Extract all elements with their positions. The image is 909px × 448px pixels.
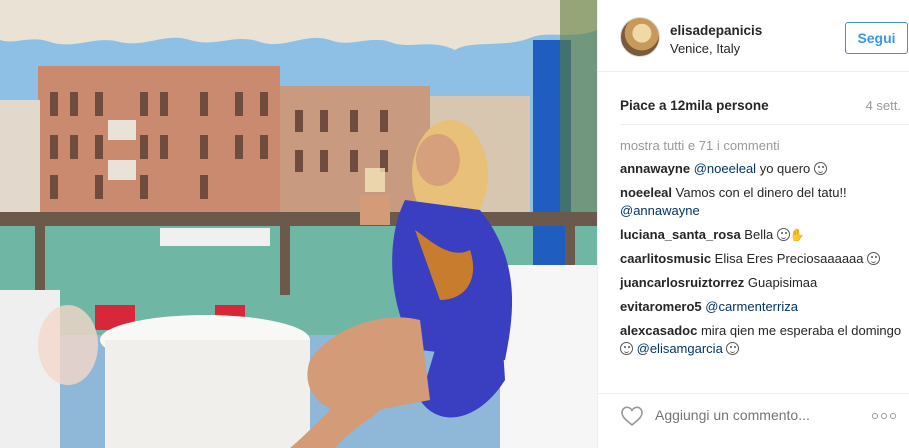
comment-item: annawayne @noeeleal yo quero — [620, 160, 902, 178]
comment-mention[interactable]: @noeeleal — [694, 161, 756, 176]
heart-icon[interactable] — [620, 405, 644, 427]
comment-mention[interactable]: @elisamgarcia — [637, 341, 723, 356]
comment-item: luciana_santa_rosa Bella ✋ — [620, 226, 902, 244]
post-footer — [598, 393, 909, 448]
comment-item: caarlitosmusic Elisa Eres Preciosaaaaaa — [620, 250, 902, 268]
follow-button[interactable]: Segui — [845, 22, 908, 54]
smiley-icon — [776, 228, 790, 241]
comment-text: mira qien me esperaba el domingo — [697, 323, 902, 338]
post-time[interactable]: 4 sett. — [866, 98, 901, 113]
smiley-icon — [813, 162, 827, 175]
comment-username[interactable]: juancarlosruiztorrez — [620, 275, 744, 290]
comment-username[interactable]: annawayne — [620, 161, 690, 176]
comments-list: mostra tutti e 71 i commenti annawayne @… — [620, 137, 902, 364]
add-comment-input[interactable] — [655, 407, 855, 423]
divider — [620, 124, 909, 125]
comment-text: Vamos con el dinero del tatu!! — [672, 185, 847, 200]
post-header: elisadepanicis Venice, Italy Segui — [598, 0, 909, 72]
photo-illustration — [0, 0, 597, 448]
comment-item: juancarlosruiztorrez Guapisimaa — [620, 274, 902, 292]
dot — [890, 413, 896, 419]
dot — [872, 413, 878, 419]
comment-item: noeeleal Vamos con el dinero del tatu!! … — [620, 184, 902, 220]
comment-text: Bella — [740, 227, 777, 242]
more-options-icon[interactable] — [872, 413, 896, 419]
comment-username[interactable]: caarlitosmusic — [620, 251, 711, 266]
show-all-comments-link[interactable]: mostra tutti e 71 i commenti — [620, 137, 902, 155]
comment-item: evitaromero5 @carmenterriza — [620, 298, 902, 316]
comment-text: Elisa Eres Preciosaaaaaa — [711, 251, 868, 266]
comment-text: Guapisimaa — [744, 275, 818, 290]
dot — [881, 413, 887, 419]
username-link[interactable]: elisadepanicis — [670, 23, 762, 38]
post-photo[interactable] — [0, 0, 597, 448]
comment-username[interactable]: alexcasadoc — [620, 323, 697, 338]
avatar[interactable] — [620, 17, 660, 57]
comment-username[interactable]: evitaromero5 — [620, 299, 702, 314]
comment-mention[interactable]: @carmenterriza — [705, 299, 798, 314]
likes-count[interactable]: Piace a 12mila persone — [620, 98, 769, 113]
comment-item: alexcasadoc mira qien me esperaba el dom… — [620, 322, 902, 358]
smiley-icon — [726, 342, 740, 355]
comment-username[interactable]: noeeleal — [620, 185, 672, 200]
comment-username[interactable]: luciana_santa_rosa — [620, 227, 741, 242]
location-link[interactable]: Venice, Italy — [670, 41, 740, 56]
raised-hand-icon: ✋ — [789, 228, 805, 242]
post-sidebar: elisadepanicis Venice, Italy Segui Piace… — [597, 0, 909, 448]
post-modal: elisadepanicis Venice, Italy Segui Piace… — [0, 0, 909, 448]
smiley-icon — [620, 342, 633, 355]
comment-mention[interactable]: @annawayne — [620, 203, 700, 218]
comment-text: yo quero — [756, 161, 814, 176]
smiley-icon — [867, 252, 881, 265]
